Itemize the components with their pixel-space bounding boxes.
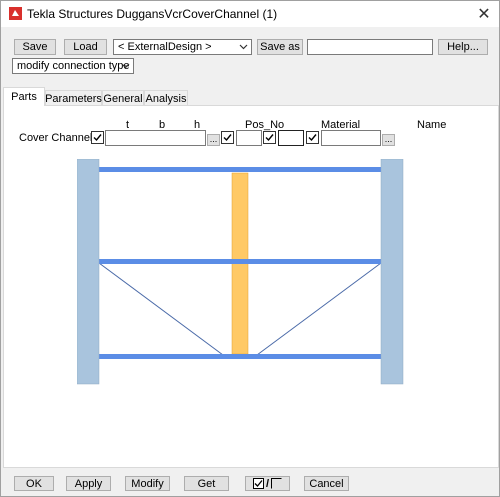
save-button[interactable]: Save	[14, 39, 56, 55]
tab-analysis-label: Analysis	[145, 92, 187, 105]
check-icon	[223, 134, 232, 142]
chevron-down-icon	[239, 44, 248, 50]
chevron-down-icon	[121, 63, 130, 69]
pos-prefix-input[interactable]	[236, 130, 262, 146]
profile-browse-button[interactable]: ...	[207, 134, 220, 146]
save-as-input[interactable]	[307, 39, 433, 55]
save-as-button[interactable]: Save as	[257, 39, 303, 55]
attribute-file-selected: < ExternalDesign >	[118, 41, 212, 53]
ok-button[interactable]: OK	[14, 476, 54, 491]
apply-button[interactable]: Apply	[66, 476, 111, 491]
left-brace	[98, 262, 224, 356]
check-icon	[308, 134, 317, 142]
title-bar: Tekla Structures DuggansVcrCoverChannel …	[1, 1, 499, 27]
tab-general[interactable]: General	[102, 90, 144, 106]
right-column	[380, 159, 404, 385]
mode-select[interactable]: modify connection type	[12, 58, 134, 74]
tab-analysis[interactable]: Analysis	[144, 90, 188, 106]
check-icon	[93, 134, 102, 142]
get-button[interactable]: Get	[184, 476, 229, 491]
modify-button[interactable]: Modify	[125, 476, 170, 491]
header-name: Name	[417, 119, 447, 131]
toggle-separator: /	[265, 477, 270, 490]
unchecked-box-icon	[271, 478, 282, 489]
close-icon[interactable]: ✕	[469, 1, 499, 27]
top-beam	[99, 167, 381, 172]
load-button[interactable]: Load	[64, 39, 107, 55]
profile-checkbox[interactable]	[91, 131, 104, 144]
dialog-window: Tekla Structures DuggansVcrCoverChannel …	[0, 0, 500, 497]
mode-selected: modify connection type	[17, 60, 130, 72]
pos-prefix-checkbox[interactable]	[221, 131, 234, 144]
connection-diagram	[77, 159, 404, 385]
pos-start-input[interactable]	[278, 130, 304, 146]
tab-parameters-label: Parameters	[45, 92, 102, 105]
tab-general-label: General	[103, 92, 143, 105]
left-column	[77, 159, 100, 385]
tab-parts[interactable]: Parts	[3, 87, 45, 106]
window-title: Tekla Structures DuggansVcrCoverChannel …	[27, 7, 278, 21]
bottom-beam	[99, 354, 381, 359]
help-button[interactable]: Help...	[438, 39, 488, 55]
cancel-button[interactable]: Cancel	[304, 476, 349, 491]
checked-box-icon	[252, 478, 264, 489]
pos-start-checkbox[interactable]	[263, 131, 276, 144]
tab-parts-label: Parts	[11, 91, 37, 103]
middle-beam	[99, 259, 381, 264]
material-browse-button[interactable]: ...	[382, 134, 395, 146]
tekla-app-icon	[9, 7, 22, 20]
tab-parameters[interactable]: Parameters	[45, 90, 102, 106]
material-checkbox[interactable]	[306, 131, 319, 144]
toggle-all-checkboxes-button[interactable]: /	[245, 476, 290, 491]
material-input[interactable]	[321, 130, 381, 146]
check-icon	[265, 134, 274, 142]
cover-channel-label: Cover Channel	[19, 132, 93, 144]
profile-input[interactable]	[105, 130, 206, 146]
right-brace	[256, 262, 382, 356]
attribute-file-select[interactable]: < ExternalDesign >	[113, 39, 252, 55]
